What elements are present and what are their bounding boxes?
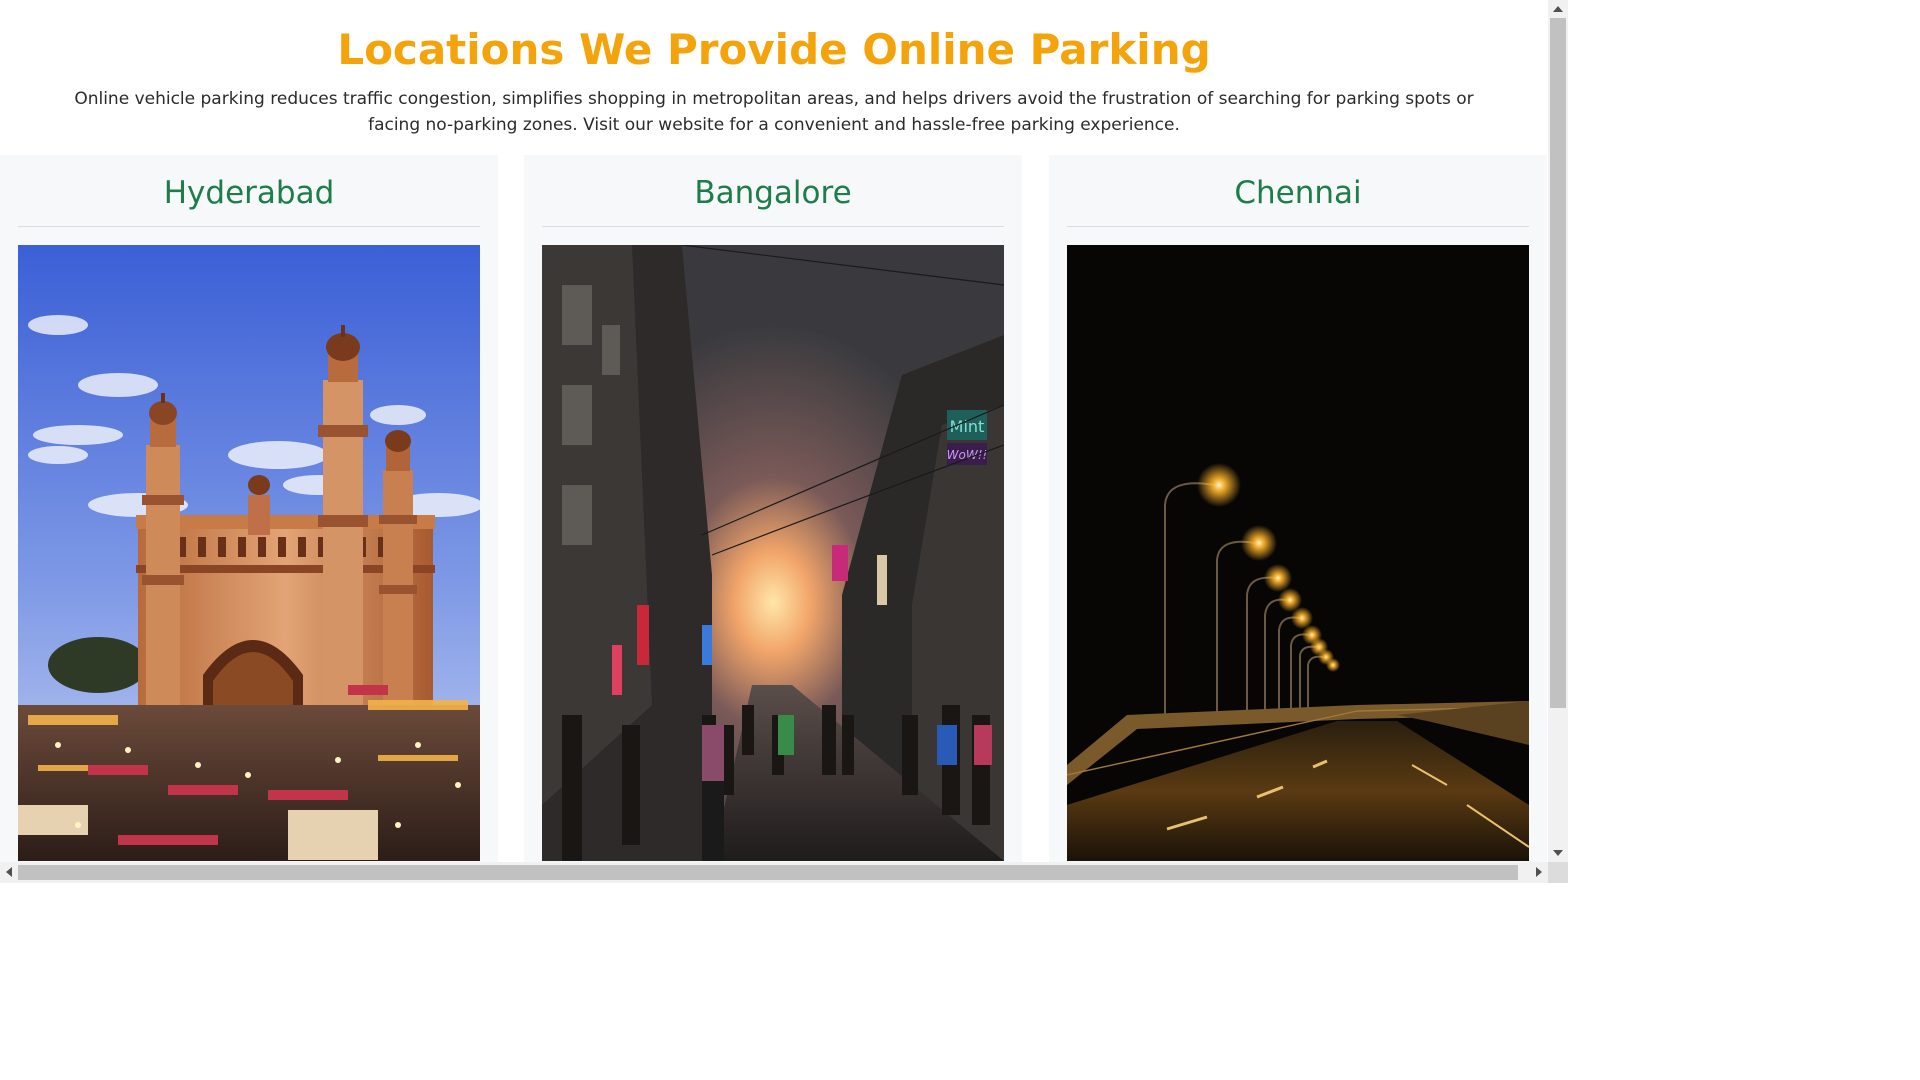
location-card-bangalore[interactable]: Bangalore Mint WoW!! <box>524 155 1022 862</box>
hyderabad-image <box>18 245 480 861</box>
horizontal-scroll-thumb[interactable] <box>18 865 1518 880</box>
scroll-left-icon[interactable] <box>6 867 12 877</box>
chennai-image <box>1067 245 1529 861</box>
divider <box>18 226 480 227</box>
bangalore-image: Mint WoW!! <box>542 245 1004 861</box>
location-title: Hyderabad <box>163 175 335 211</box>
page: Locations We Provide Online Parking Onli… <box>0 0 1568 862</box>
divider <box>542 226 1004 227</box>
night-road-illustration <box>1067 245 1529 861</box>
scrollbar-corner <box>1548 862 1568 883</box>
horizontal-scrollbar[interactable] <box>0 862 1548 883</box>
charminar-illustration <box>18 245 480 861</box>
divider <box>1067 226 1529 227</box>
location-title: Chennai <box>1234 175 1362 211</box>
scroll-right-icon[interactable] <box>1536 867 1542 877</box>
street-scene-illustration: Mint WoW!! <box>542 245 1004 861</box>
shop-sign-secondary: WoW!! <box>947 448 988 462</box>
location-card-chennai[interactable]: Chennai <box>1049 155 1547 862</box>
location-title: Bangalore <box>694 175 852 211</box>
location-card-hyderabad[interactable]: Hyderabad <box>0 155 498 862</box>
page-description: Online vehicle parking reduces traffic c… <box>74 89 1474 135</box>
page-title: Locations We Provide Online Parking <box>337 25 1211 74</box>
